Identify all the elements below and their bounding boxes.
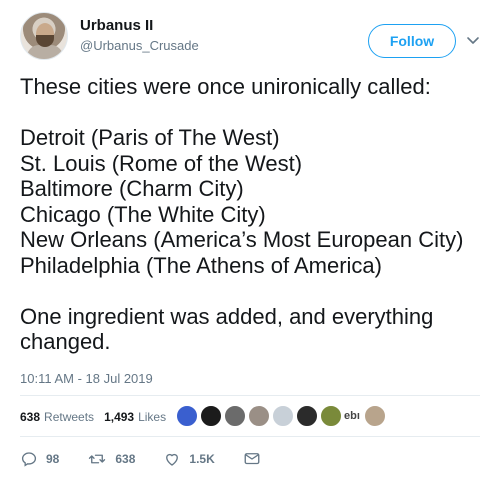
reply-icon (21, 452, 37, 467)
likes-count: 1,493 (104, 410, 135, 424)
liker-avatar[interactable] (320, 405, 342, 427)
likes-stat[interactable]: 1,493 Likes (104, 410, 166, 424)
liker-avatar[interactable] (224, 405, 246, 427)
liker-avatar[interactable] (363, 405, 386, 427)
avatar-body-shape (27, 45, 63, 59)
tweet-timestamp[interactable]: 10:11 AM - 18 Jul 2019 (20, 371, 153, 386)
tweet-header: Urbanus II @Urbanus_Crusade Follow (0, 0, 500, 70)
tweet-line: One ingredient was added, and everything (20, 303, 434, 329)
envelope-icon (244, 453, 260, 465)
display-name[interactable]: Urbanus II (80, 17, 153, 34)
tweet-line: Philadelphia (The Athens of America) (20, 252, 382, 278)
tweet-line: New Orleans (America’s Most European Cit… (20, 227, 464, 252)
divider (20, 395, 480, 396)
liker-avatar[interactable] (272, 405, 294, 427)
retweets-count: 638 (20, 410, 41, 424)
liker-avatar-text[interactable]: ebı (344, 410, 360, 422)
tweet-line: Baltimore (Charm City) (20, 176, 244, 201)
direct-message-action[interactable] (243, 450, 269, 468)
reply-action[interactable]: 98 (20, 450, 59, 468)
engagement-stats: 638 Retweets 1,493 Likes (20, 405, 176, 429)
divider (20, 436, 480, 437)
tweet-line: These cities were once unironically call… (20, 74, 431, 99)
tweet-line: Chicago (The White City) (20, 201, 266, 227)
liker-avatar[interactable] (200, 405, 222, 427)
avatar[interactable] (20, 12, 68, 60)
reply-count: 98 (46, 452, 60, 466)
retweet-count: 638 (115, 452, 136, 466)
like-action[interactable]: 1.5K (163, 450, 215, 468)
like-count: 1.5K (189, 452, 215, 466)
tweet-line: changed. (20, 329, 111, 354)
retweets-label: Retweets (44, 410, 95, 424)
heart-icon (166, 453, 179, 466)
retweets-stat[interactable]: 638 Retweets (20, 410, 94, 424)
liker-avatar[interactable] (296, 405, 318, 427)
user-handle[interactable]: @Urbanus_Crusade (80, 38, 199, 53)
liker-avatar[interactable] (176, 405, 198, 427)
tweet-line: St. Louis (Rome of the West) (20, 150, 303, 176)
tweet-text: These cities were once unironically call… (20, 74, 490, 355)
likes-label: Likes (138, 410, 167, 424)
tweet-line: Detroit (Paris of The West) (20, 125, 280, 150)
liker-avatars: ebı (176, 403, 388, 429)
tweet-actions: 98 638 1.5K (20, 448, 297, 470)
liker-avatar[interactable] (248, 405, 270, 427)
chevron-down-icon[interactable] (464, 32, 482, 50)
follow-button[interactable]: Follow (368, 24, 456, 58)
retweet-icon (89, 454, 106, 464)
retweet-action[interactable]: 638 (87, 450, 135, 468)
